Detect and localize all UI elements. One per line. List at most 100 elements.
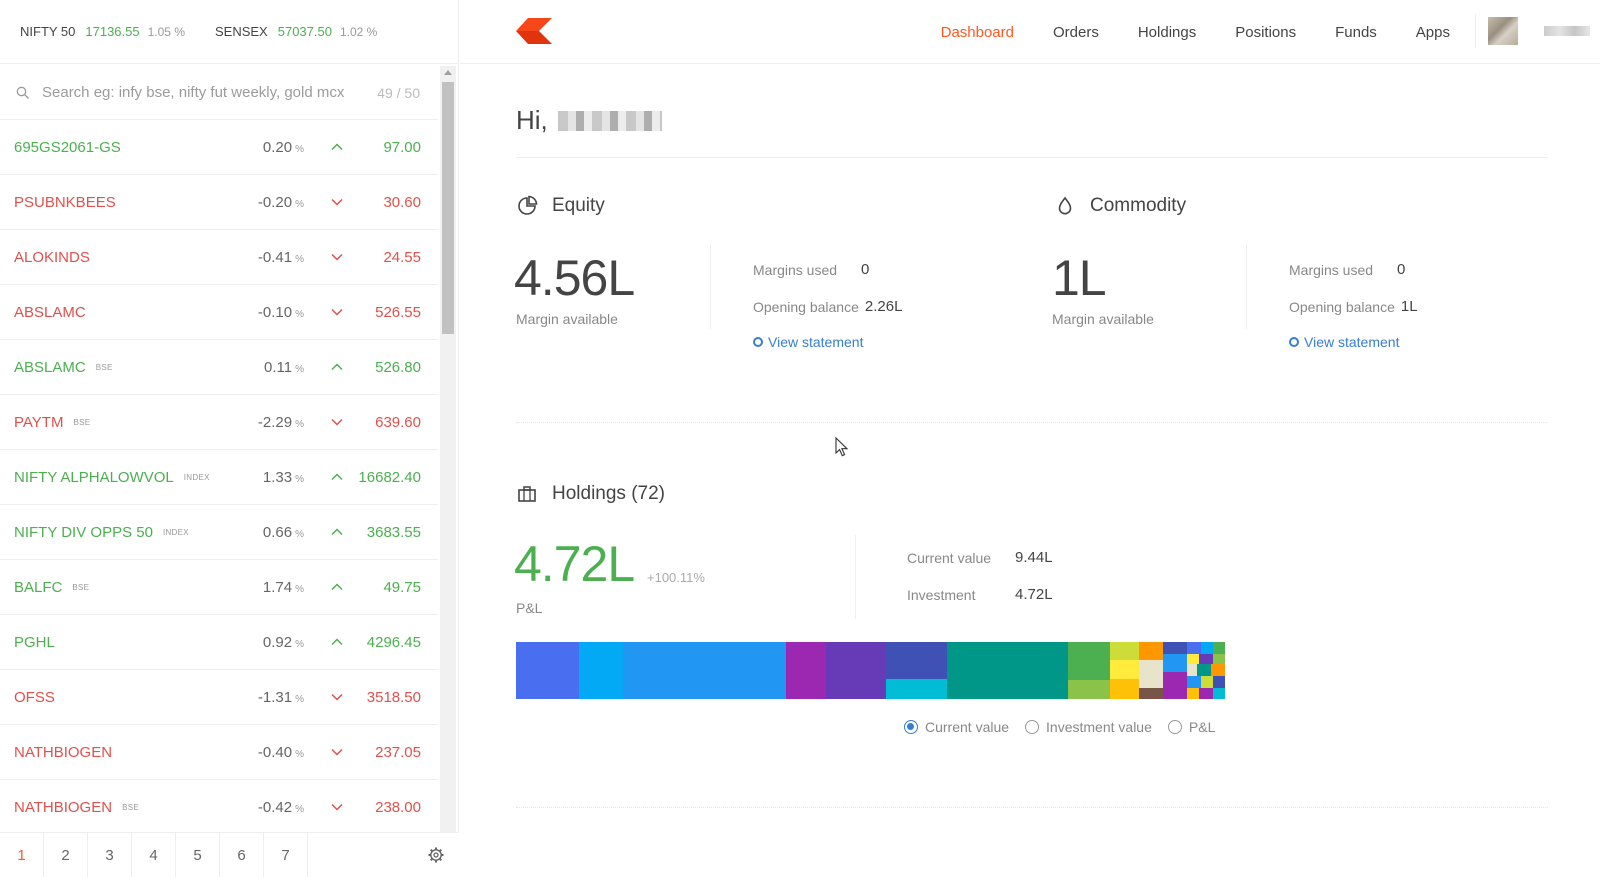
treemap-cell[interactable] [886, 679, 947, 699]
treemap-cell[interactable] [1197, 664, 1211, 676]
index-nifty[interactable]: NIFTY 50 17136.55 1.05 % [20, 24, 185, 39]
commodity-view-statement-link[interactable]: View statement [1289, 334, 1399, 350]
treemap-cell[interactable] [1187, 654, 1199, 664]
treemap-cell[interactable] [1110, 660, 1139, 679]
nav-funds[interactable]: Funds [1335, 24, 1377, 41]
treemap-cell[interactable] [1199, 654, 1213, 664]
watchlist-row[interactable]: NIFTY ALPHALOWVOL INDEX 1.33% 16682.40 [0, 450, 438, 505]
arrow-down-icon [331, 308, 343, 316]
settings-gear-icon[interactable] [427, 846, 445, 864]
investment-amount: 4.72L [1015, 586, 1053, 603]
treemap-cell[interactable] [1163, 654, 1187, 672]
treemap-cell[interactable] [1139, 688, 1163, 699]
opening-balance-label: Opening balance [753, 298, 859, 315]
exchange-tag: BSE [73, 418, 91, 428]
radio-current-value[interactable]: Current value [904, 719, 1009, 735]
watchlist-row[interactable]: PSUBNKBEES -0.20% 30.60 [0, 175, 438, 230]
watchlist-page-3[interactable]: 3 [88, 833, 132, 877]
last-traded-price: 526.55 [375, 303, 421, 321]
treemap-cell[interactable] [1199, 688, 1213, 699]
watchlist-row[interactable]: ABSLAMC -0.10% 526.55 [0, 285, 438, 340]
treemap-view-selector: Current value Investment value P&L [904, 719, 1231, 735]
radio-pnl[interactable]: P&L [1167, 719, 1215, 735]
watchlist-row[interactable]: 695GS2061-GS 0.20% 97.00 [0, 120, 438, 175]
radio-button[interactable] [904, 720, 918, 734]
nav-dashboard[interactable]: Dashboard [941, 24, 1014, 41]
watchlist-page-5[interactable]: 5 [176, 833, 220, 877]
watchlist-row[interactable]: BALFC BSE 1.74% 49.75 [0, 560, 438, 615]
change-percent: 1.74% [263, 579, 304, 596]
treemap-cell[interactable] [1163, 642, 1187, 654]
treemap-cell[interactable] [1187, 676, 1201, 688]
treemap-cell[interactable] [1110, 679, 1139, 699]
symbol-text: BALFC [14, 578, 63, 596]
watchlist-row[interactable]: NATHBIOGEN BSE -0.42% 238.00 [0, 780, 438, 832]
index-sensex[interactable]: SENSEX 57037.50 1.02 % [215, 24, 377, 39]
watchlist-row[interactable]: ABSLAMC BSE 0.11% 526.80 [0, 340, 438, 395]
treemap-cell[interactable] [1213, 642, 1225, 654]
treemap-cell[interactable] [1187, 688, 1199, 699]
treemap-cell[interactable] [1213, 676, 1225, 688]
watchlist-page-4[interactable]: 4 [132, 833, 176, 877]
treemap-cell[interactable] [1213, 688, 1225, 699]
treemap-cell[interactable] [1163, 672, 1187, 699]
nav-positions[interactable]: Positions [1235, 24, 1296, 41]
user-id-redacted[interactable] [1544, 26, 1590, 36]
treemap-cell[interactable] [1211, 664, 1225, 676]
radio-investment-value[interactable]: Investment value [1025, 719, 1152, 735]
index-change: 1.05 % [147, 24, 185, 39]
treemap-cell[interactable] [1187, 664, 1197, 676]
watchlist-row[interactable]: NIFTY DIV OPPS 50 INDEX 0.66% 3683.55 [0, 505, 438, 560]
scrollbar-thumb[interactable] [442, 82, 454, 334]
index-change: 1.02 % [339, 24, 378, 39]
treemap-cell[interactable] [947, 642, 1068, 699]
treemap-cell[interactable] [579, 642, 623, 699]
nav-orders[interactable]: Orders [1053, 24, 1099, 41]
treemap-cell[interactable] [1187, 642, 1201, 654]
treemap-cell[interactable] [1110, 642, 1139, 660]
symbol-text: OFSS [14, 688, 55, 706]
nav-holdings[interactable]: Holdings [1138, 24, 1196, 41]
last-traded-price: 237.05 [375, 743, 421, 761]
treemap-cell[interactable] [1068, 642, 1110, 680]
last-traded-price: 639.60 [375, 413, 421, 431]
nav-apps[interactable]: Apps [1416, 24, 1450, 41]
equity-view-statement-link[interactable]: View statement [753, 334, 863, 350]
treemap-cell[interactable] [623, 642, 786, 699]
treemap-cell[interactable] [826, 642, 886, 699]
treemap-cell[interactable] [516, 642, 579, 699]
instrument-symbol: PSUBNKBEES [14, 194, 438, 211]
watchlist-row[interactable]: ALOKINDS -0.41% 24.55 [0, 230, 438, 285]
watchlist-page-6[interactable]: 6 [220, 833, 264, 877]
treemap-cell[interactable] [1201, 642, 1213, 654]
avatar[interactable] [1488, 17, 1518, 45]
kite-logo-icon[interactable] [516, 18, 552, 44]
treemap-cell[interactable] [786, 642, 826, 699]
treemap-cell[interactable] [1068, 680, 1110, 699]
radio-button[interactable] [1167, 720, 1182, 734]
arrow-down-icon [331, 198, 343, 206]
treemap-cell[interactable] [1139, 642, 1163, 660]
treemap-cell[interactable] [886, 642, 947, 679]
exchange-tag: INDEX [162, 528, 189, 538]
search-input[interactable] [42, 84, 378, 101]
radio-button[interactable] [1025, 720, 1040, 734]
watchlist-scrollbar[interactable] [440, 66, 456, 832]
change-percent: -2.29% [258, 414, 304, 431]
watchlist-row[interactable]: NATHBIOGEN -0.40% 237.05 [0, 725, 438, 780]
watchlist-page-1[interactable]: 1 [0, 833, 44, 877]
exchange-tag: BSE [72, 583, 90, 593]
divider [855, 535, 856, 619]
divider [516, 422, 1548, 423]
treemap-cell[interactable] [1201, 676, 1213, 688]
watchlist-row[interactable]: PAYTM BSE -2.29% 639.60 [0, 395, 438, 450]
treemap-cell[interactable] [1139, 660, 1163, 688]
treemap-cell[interactable] [1213, 654, 1225, 664]
scroll-up-icon[interactable] [444, 70, 452, 75]
watchlist-page-7[interactable]: 7 [264, 833, 308, 877]
holdings-treemap[interactable] [516, 642, 1225, 699]
divider [1246, 245, 1247, 329]
watchlist-row[interactable]: PGHL 0.92% 4296.45 [0, 615, 438, 670]
watchlist-row[interactable]: OFSS -1.31% 3518.50 [0, 670, 438, 725]
watchlist-page-2[interactable]: 2 [44, 833, 88, 877]
